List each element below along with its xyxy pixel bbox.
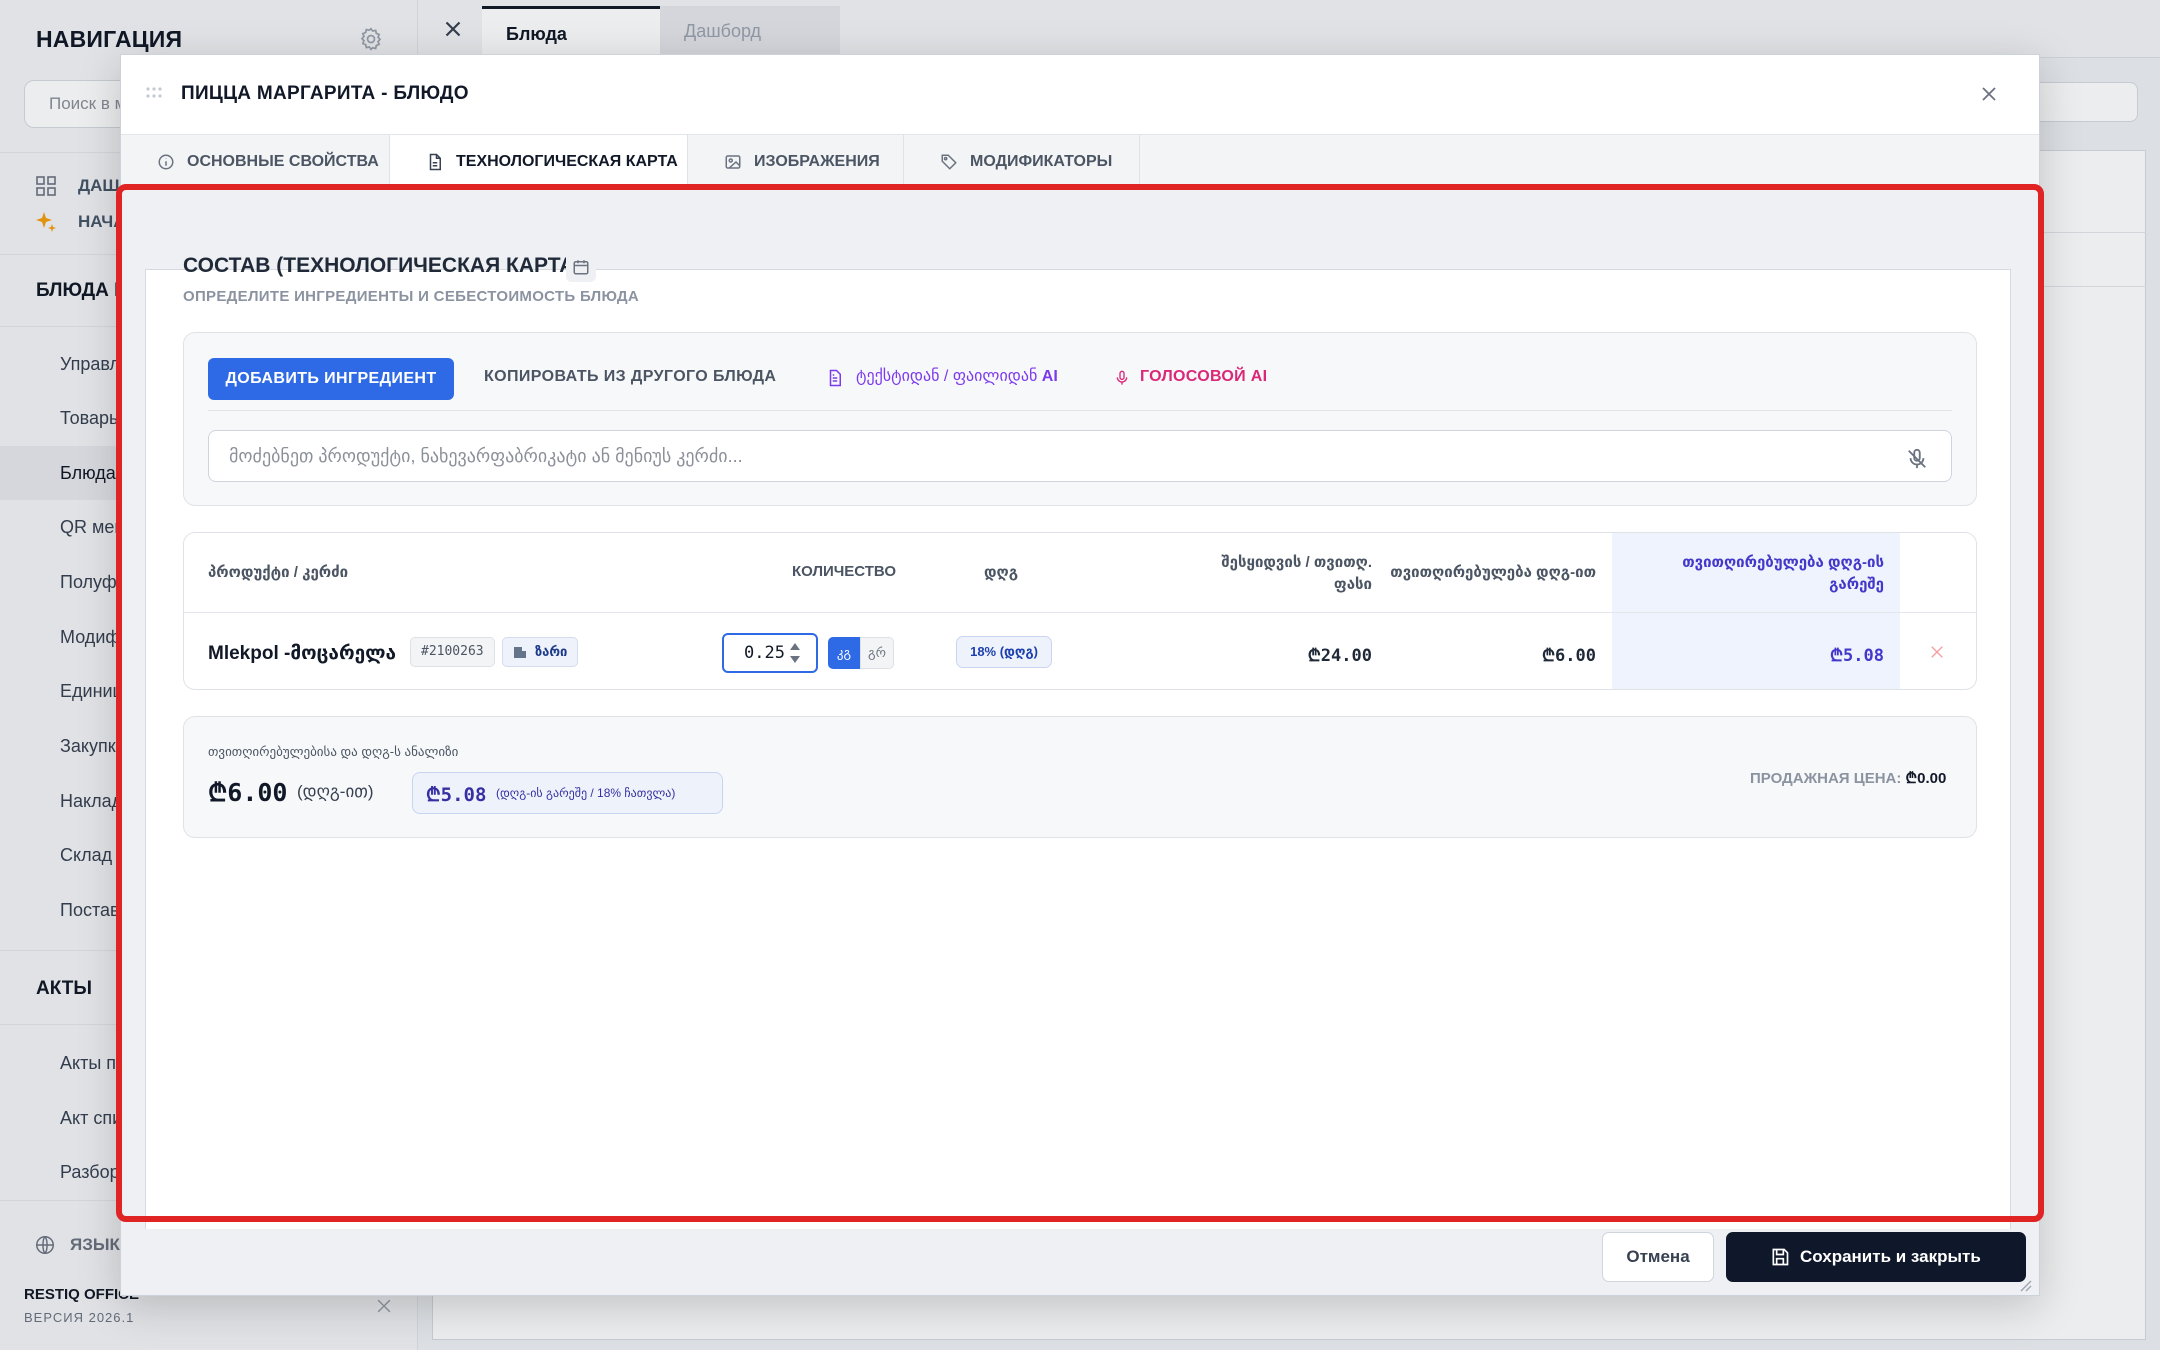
building-icon [514,647,526,658]
tab-modifiers[interactable]: МОДИФИКАТОРЫ [904,135,1140,189]
resize-handle-icon[interactable] [2018,1278,2032,1292]
calendar-button[interactable] [566,252,596,282]
close-icon[interactable] [1977,82,2001,106]
total-with-vat-note: (დღგ-ით) [297,782,374,801]
divider [208,410,1952,411]
modal-tabs: ОСНОВНЫЕ СВОЙСТВА ТЕХНОЛОГИЧЕСКАЯ КАРТА … [121,135,2039,190]
header-cost-without-vat-line2: გარეშე [1829,576,1884,593]
add-ingredient-button[interactable]: ДОБАВИТЬ ИНГРЕДИЕНТ [208,358,454,400]
sale-price-value: ₾0.00 [1905,770,1947,787]
save-icon [1772,1248,1789,1266]
total-with-vat: ₾6.00 [208,778,288,807]
ingredient-tag-badge: ზარი [502,637,579,667]
ai-from-text-label: ტექსტიდან / ფაილიდან [856,368,1038,385]
header-vat: დღგ [984,564,1019,581]
unit-kg-toggle[interactable]: კგ [828,637,860,669]
microphone-icon [1116,370,1128,385]
table-header [184,533,1976,613]
remove-row-icon[interactable] [1928,643,1946,661]
voice-ai-button[interactable]: ГОЛОСОВОЙ AI [1140,368,1267,386]
unit-g-toggle[interactable]: გრ [860,637,894,669]
header-cost-with-vat: თვითღირებულება დღგ-ით [1390,564,1596,581]
header-cost-without-vat: თვითღირებულება დღგ-ის [1682,554,1884,571]
sale-price-label: ПРОДАЖНАЯ ЦЕНА: [1750,770,1902,787]
sale-price: ПРОДАЖНАЯ ЦЕНА: ₾0.00 [1750,768,1946,788]
save-button-label: Сохранить и закрыть [1800,1247,1981,1266]
ingredients-table: პროდუქტი / კერძი КОЛИЧЕСТВО დღგ შესყიდვი… [183,532,1977,690]
header-product: პროდუქტი / კერძი [208,564,349,581]
copy-from-dish-button[interactable]: КОПИРОВАТЬ ИЗ ДРУГОГО БЛЮДА [484,368,776,386]
section-subtitle: ОПРЕДЕЛИТЕ ИНГРЕДИЕНТЫ И СЕБЕСТОИМОСТЬ Б… [183,288,639,305]
save-and-close-button[interactable]: Сохранить и закрыть [1726,1232,2026,1282]
tab-basic-properties[interactable]: ОСНОВНЫЕ СВОЙСТВА [121,135,390,189]
cost-with-vat: ₾6.00 [1541,646,1596,666]
calendar-icon [573,260,589,275]
microphone-off-icon[interactable] [1906,448,1928,470]
ai-label: AI [1041,368,1058,385]
tab-label: ОСНОВНЫЕ СВОЙСТВА [187,153,379,170]
tab-images[interactable]: ИЗОБРАЖЕНИЯ [688,135,904,189]
modal-header: ПИЦЦА МАРГАРИТА - БЛЮДО [121,55,2039,135]
vat-badge[interactable]: 18% (დღგ) [956,636,1052,668]
image-icon [725,155,741,169]
quantity-input[interactable]: 0.25 [722,633,818,673]
section-title: СОСТАВ (ТЕХНОЛОГИЧЕСКАЯ КАРТА) [183,254,582,277]
cancel-button[interactable]: Отмена [1602,1232,1714,1282]
drag-handle-icon[interactable] [145,85,167,101]
cost-without-vat: ₾5.08 [1829,646,1884,666]
tab-label: ТЕХНОЛОГИЧЕСКАЯ КАРТА [456,153,678,170]
tag-icon [941,154,957,170]
document-icon [429,153,441,171]
file-text-icon [829,369,841,387]
info-icon [158,154,174,170]
tab-tech-card[interactable]: ТЕХНОЛОГИЧЕСКАЯ КАРТА [390,135,688,190]
total-without-vat: ₾5.08 [426,784,487,806]
stepper-arrows-icon[interactable] [788,641,802,665]
ingredient-code-badge: #2100263 [410,637,495,667]
total-without-vat-note: (დღგ-ის გარეშე / 18% ჩათვლა) [496,786,676,800]
ingredient-name: Mlekpol -მოცარელა [208,643,397,664]
summary-label: თვითღირებულებისა და დღგ-ს ანალიზი [208,744,459,759]
modal-title: ПИЦЦА МАРГАРИТА - БЛЮДО [181,83,469,104]
ai-from-text-button[interactable]: ტექსტიდან / ფაილიდან AI [856,366,1058,386]
header-quantity: КОЛИЧЕСТВО [792,563,897,580]
tab-label: ИЗОБРАЖЕНИЯ [754,153,880,170]
ingredient-search-input[interactable]: მოძებნეთ პროდუქტი, ნახევარფაბრიკატი ან მ… [208,430,1952,482]
ingredient-tag-label: ზარი [535,644,568,659]
tab-label: МОДИФИКАТОРЫ [970,153,1113,170]
